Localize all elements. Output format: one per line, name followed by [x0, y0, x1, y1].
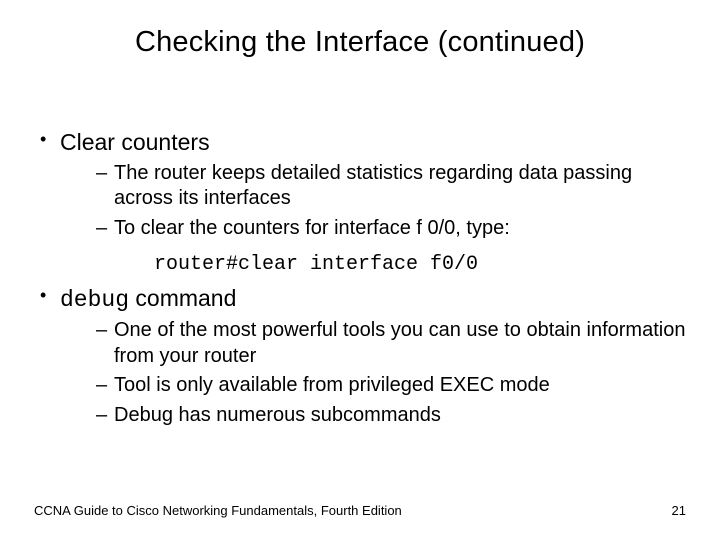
code-word: debug	[60, 287, 129, 313]
slide-title: Checking the Interface (continued)	[0, 0, 720, 59]
bullet-debug-command: debug command One of the most powerful t…	[34, 284, 686, 429]
bullet-clear-counters: Clear counters The router keeps detailed…	[34, 128, 686, 278]
bullet-list: Clear counters The router keeps detailed…	[34, 128, 686, 429]
slide-content: Clear counters The router keeps detailed…	[34, 128, 686, 439]
bullet-label-rest: command	[129, 285, 236, 311]
sub-item: Tool is only available from privileged E…	[96, 373, 686, 399]
sub-item: One of the most powerful tools you can u…	[96, 318, 686, 369]
bullet-label: Clear counters	[60, 129, 210, 155]
sub-item: Debug has numerous subcommands	[96, 403, 686, 429]
sub-list: One of the most powerful tools you can u…	[60, 318, 686, 428]
sub-item: To clear the counters for interface f 0/…	[96, 216, 686, 242]
footer-text: CCNA Guide to Cisco Networking Fundament…	[34, 503, 402, 518]
slide: Checking the Interface (continued) Clear…	[0, 0, 720, 540]
page-number: 21	[672, 503, 686, 518]
sub-list: The router keeps detailed statistics reg…	[60, 161, 686, 242]
sub-item: The router keeps detailed statistics reg…	[96, 161, 686, 212]
code-line: router#clear interface f0/0	[154, 252, 686, 278]
